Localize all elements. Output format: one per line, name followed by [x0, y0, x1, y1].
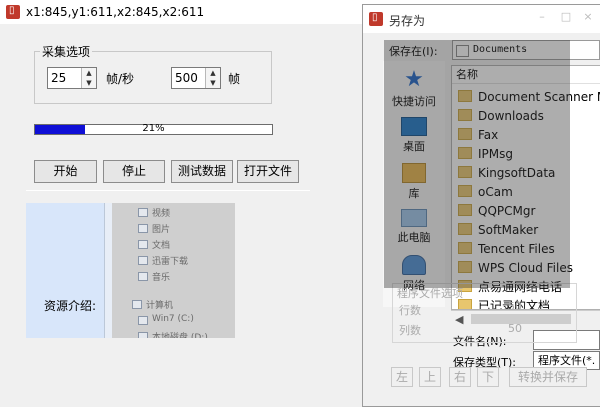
minimize-icon[interactable]: – [531, 9, 553, 25]
places-bar: ★ 快捷访问 桌面 库 此电脑 网络 [383, 61, 445, 307]
save-in-label: 保存在(I): [389, 45, 438, 58]
desktop-icon [401, 117, 427, 136]
ghost-value-1: 50 [508, 300, 522, 313]
column-header-name[interactable]: 名称 [452, 66, 600, 84]
list-item[interactable]: QQPCMgr [458, 202, 535, 220]
folder-icon [458, 204, 472, 216]
list-item[interactable]: SoftMaker [458, 221, 538, 239]
preview-item: 文档 [152, 241, 171, 251]
intro-panel [26, 203, 104, 338]
frames-stepper[interactable]: 500 ▲ ▼ [171, 67, 221, 89]
folder-icon [458, 109, 472, 121]
progress-label: 21% [142, 123, 165, 134]
library-icon [402, 163, 426, 183]
save-as-dialog: ▯ 另存为 – □ × 保存在(I): Documents ★ 快捷访问 桌面 … [362, 4, 600, 407]
download-icon [138, 256, 148, 265]
list-item[interactable]: KingsoftData [458, 164, 555, 182]
nav-up-button[interactable]: 上 [419, 367, 441, 387]
picture-icon [138, 224, 148, 233]
preview-item: 图片 [152, 225, 171, 235]
preview-item: 计算机 [146, 301, 174, 311]
list-item[interactable]: IPMsg [458, 145, 513, 163]
folder-icon [458, 185, 472, 197]
ghost-rows-label: 行数 [399, 304, 421, 317]
list-item[interactable]: Document Scanner Mana [458, 88, 600, 106]
computer-icon [132, 300, 142, 309]
convert-save-button[interactable]: 转换并保存 [509, 367, 587, 387]
fps-unit: 帧/秒 [106, 72, 135, 86]
dialog-title-bar: ▯ 另存为 – □ × [363, 5, 600, 33]
folder-icon [458, 90, 472, 102]
main-title: x1:845,y1:611,x2:845,x2:611 [26, 5, 205, 19]
place-this-pc[interactable]: 此电脑 [383, 209, 445, 245]
nav-left-button[interactable]: 左 [391, 367, 413, 387]
intro-divider [104, 203, 112, 338]
start-button[interactable]: 开始 [34, 160, 97, 183]
folder-icon [458, 261, 472, 273]
folder-icon [458, 147, 472, 159]
program-options-ghost: 程序文件选项 行数 列数 50 50 [392, 283, 577, 343]
drive-icon [138, 316, 148, 325]
intro-label: 资源介绍: [44, 299, 97, 313]
document-icon [138, 240, 148, 249]
music-icon [138, 272, 148, 281]
place-quick-access[interactable]: ★ 快捷访问 [383, 69, 445, 109]
frames-down-icon[interactable]: ▼ [206, 78, 220, 88]
preview-item: 视频 [152, 209, 171, 219]
progress-bar: 21% [34, 123, 273, 135]
app-icon: ▯ [6, 5, 20, 19]
ghost-cols-label: 列数 [399, 324, 421, 337]
fps-stepper[interactable]: 25 ▲ ▼ [47, 67, 97, 89]
ghost-value-2: 50 [508, 322, 522, 335]
folder-icon [458, 242, 472, 254]
maximize-icon[interactable]: □ [555, 9, 577, 25]
explorer-preview: 视频 图片 文档 迅雷下载 音乐 计算机 Win7 (C:) 本地磁盘 (D:) [112, 203, 235, 338]
place-label: 桌面 [403, 140, 425, 153]
place-desktop[interactable]: 桌面 [383, 117, 445, 154]
preview-item: 本地磁盘 (D:) [152, 333, 208, 338]
nav-down-button[interactable]: 下 [477, 367, 499, 387]
frames-up-icon[interactable]: ▲ [206, 68, 220, 78]
folder-icon [458, 166, 472, 178]
separator [26, 190, 310, 191]
preview-item: 迅雷下载 [152, 257, 189, 267]
fps-up-icon[interactable]: ▲ [82, 68, 96, 78]
place-label: 此电脑 [397, 231, 431, 244]
frames-value: 500 [175, 71, 198, 85]
frames-unit: 帧 [228, 72, 241, 86]
folder-icon [458, 223, 472, 235]
list-item[interactable]: oCam [458, 183, 513, 201]
save-in-value: Documents [473, 44, 528, 55]
dialog-title: 另存为 [389, 14, 426, 28]
documents-icon [456, 45, 469, 57]
open-file-button[interactable]: 打开文件 [237, 160, 299, 183]
fps-down-icon[interactable]: ▼ [82, 78, 96, 88]
close-icon[interactable]: × [577, 9, 599, 25]
ghost-group-label: 程序文件选项 [397, 287, 463, 300]
star-icon: ★ [404, 67, 424, 92]
list-item[interactable]: Downloads [458, 107, 544, 125]
app-icon: ▯ [369, 12, 383, 26]
save-in-dropdown[interactable]: Documents [452, 40, 600, 60]
fps-value: 25 [51, 71, 67, 85]
drive-icon [138, 332, 148, 338]
capture-options-label: 采集选项 [40, 43, 93, 60]
list-item[interactable]: Tencent Files [458, 240, 555, 258]
stop-button[interactable]: 停止 [103, 160, 165, 183]
file-list[interactable]: 名称 Document Scanner Mana Downloads Fax I… [451, 65, 600, 310]
place-label: 库 [408, 187, 420, 200]
list-item[interactable]: Fax [458, 126, 498, 144]
list-item[interactable]: WPS Cloud Files [458, 259, 573, 277]
place-library[interactable]: 库 [383, 163, 445, 201]
preview-item: Win7 (C:) [152, 314, 194, 324]
preview-item: 音乐 [152, 273, 171, 283]
folder-icon [458, 128, 472, 140]
computer-icon [401, 209, 427, 227]
network-icon [402, 255, 426, 275]
place-label: 快捷访问 [392, 95, 436, 108]
test-data-button[interactable]: 测试数据 [171, 160, 233, 183]
nav-right-button[interactable]: 右 [449, 367, 471, 387]
video-icon [138, 208, 148, 217]
